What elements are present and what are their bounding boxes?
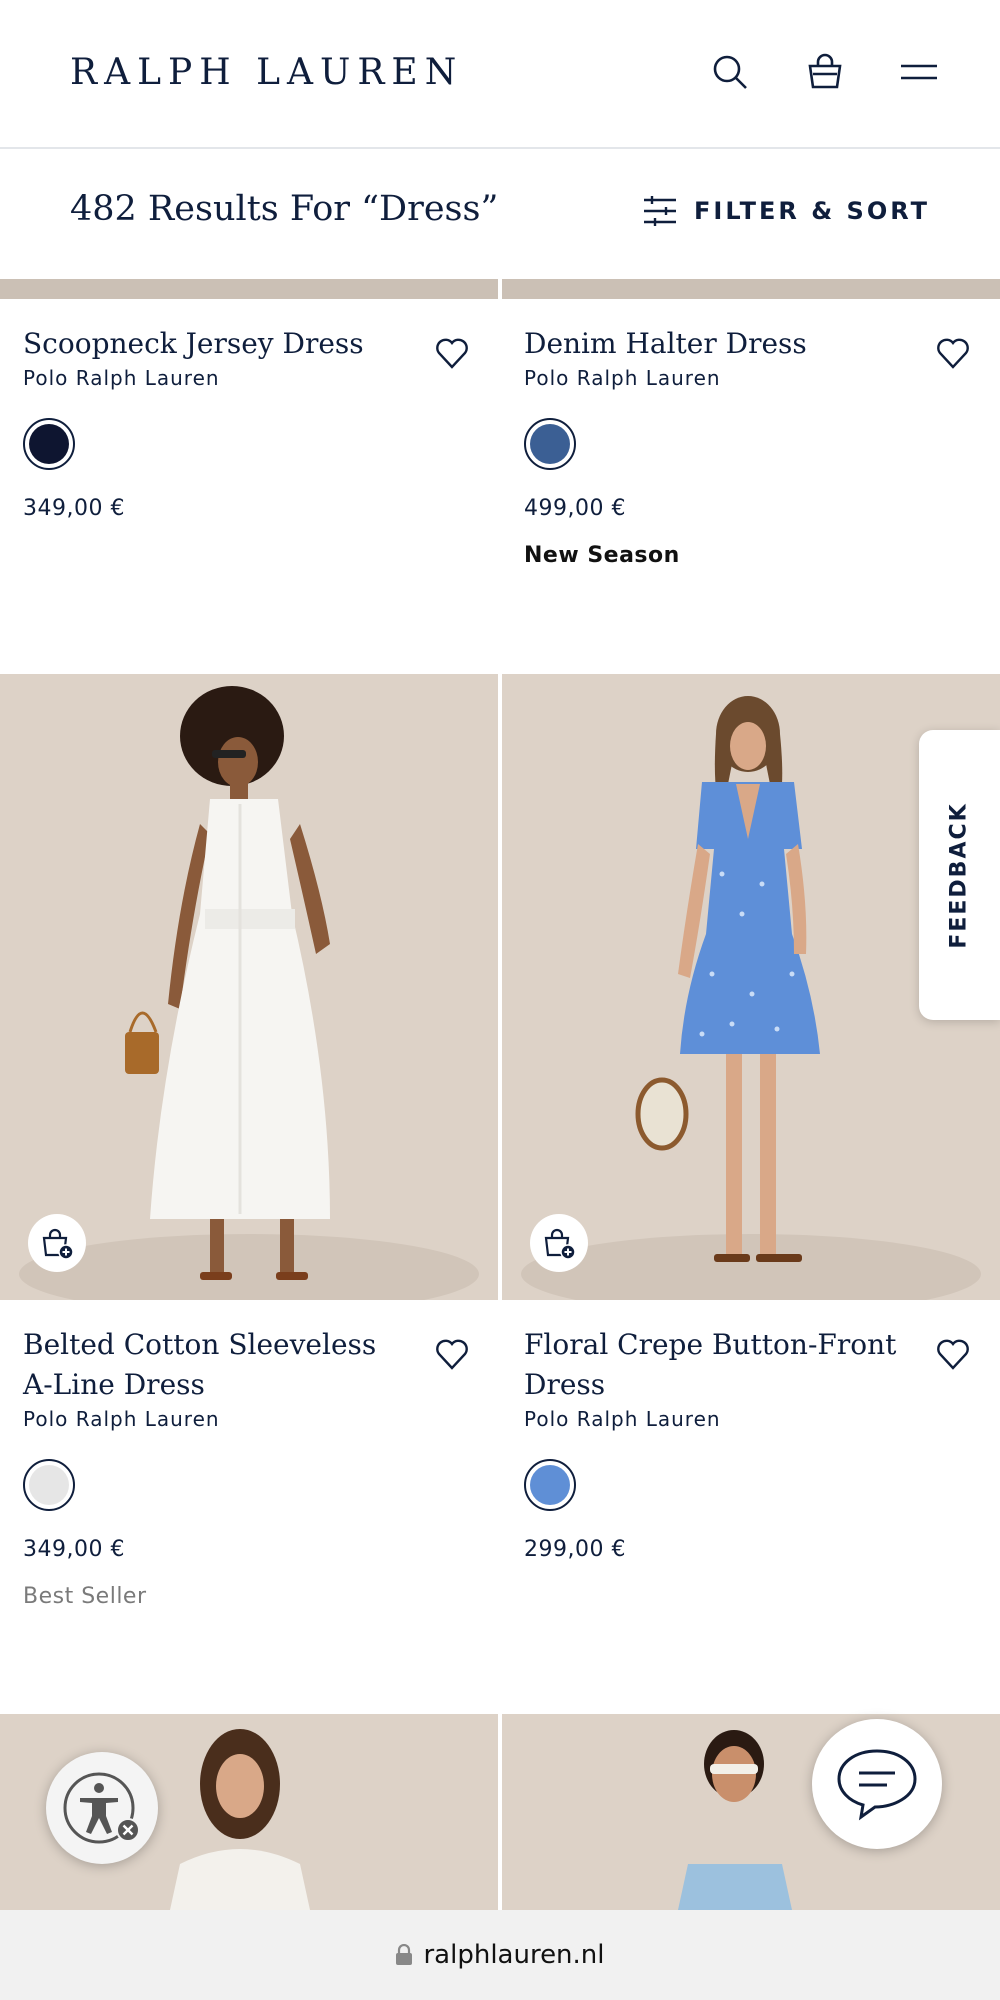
product-badge: New Season [524,543,680,568]
product-name[interactable]: Floral Crepe Button-Front Dress [524,1325,914,1405]
lock-icon [396,1944,413,1965]
filter-sort-button[interactable]: FILTER & SORT [642,193,930,229]
quick-add-to-bag-button[interactable] [28,1214,86,1272]
product-card-info: Belted Cotton Sleeveless A-Line Dress Po… [23,1325,413,1609]
quick-add-to-bag-button[interactable] [530,1214,588,1272]
color-swatch[interactable] [23,1459,75,1511]
add-to-bag-icon [544,1228,576,1260]
product-name[interactable]: Denim Halter Dress [524,324,914,364]
product-image-cropped[interactable] [502,279,1000,299]
product-card-info: Floral Crepe Button-Front Dress Polo Ral… [524,1325,914,1562]
product-price: 299,00 € [524,1537,626,1562]
url-text: ralphlauren.nl [423,1940,605,1970]
feedback-label: FEEDBACK [947,801,972,949]
product-name[interactable]: Belted Cotton Sleeveless A-Line Dress [23,1325,413,1405]
accessibility-button[interactable] [46,1752,158,1864]
product-price: 349,00 € [23,496,125,521]
results-count-title: 482 Results For “Dress” [70,189,499,229]
add-to-bag-icon [42,1228,74,1260]
search-icon[interactable] [708,50,752,94]
accessibility-icon [63,1772,140,1844]
product-price: 499,00 € [524,496,626,521]
chat-bubble-icon [837,1749,917,1821]
product-brand: Polo Ralph Lauren [524,366,721,390]
product-card-info: Scoopneck Jersey Dress Polo Ralph Lauren… [23,324,413,521]
product-price: 349,00 € [23,1537,125,1562]
product-name[interactable]: Scoopneck Jersey Dress [23,324,413,364]
product-image[interactable] [0,674,498,1300]
results-bar: 482 Results For “Dress” FILTER & SORT [0,151,1000,279]
color-swatch[interactable] [23,418,75,470]
site-header: RALPH LAUREN [0,0,1000,149]
wishlist-heart-icon[interactable] [935,335,971,371]
feedback-tab[interactable]: FEEDBACK [919,730,1000,1020]
shopping-bag-icon[interactable] [803,50,847,94]
color-swatch[interactable] [524,418,576,470]
wishlist-heart-icon[interactable] [935,1336,971,1372]
product-brand: Polo Ralph Lauren [23,366,220,390]
color-swatch[interactable] [524,1459,576,1511]
filter-sliders-icon [644,196,676,226]
chat-button[interactable] [812,1719,942,1849]
product-brand: Polo Ralph Lauren [524,1407,721,1431]
hamburger-menu-icon[interactable] [897,50,941,94]
product-badge: Best Seller [23,1584,147,1609]
wishlist-heart-icon[interactable] [434,1336,470,1372]
wishlist-heart-icon[interactable] [434,335,470,371]
product-image-cropped[interactable] [0,279,498,299]
ralph-lauren-logo[interactable]: RALPH LAUREN [70,52,463,93]
filter-sort-label: FILTER & SORT [694,197,930,225]
browser-url-bar[interactable]: ralphlauren.nl [0,1910,1000,2000]
product-brand: Polo Ralph Lauren [23,1407,220,1431]
product-card-info: Denim Halter Dress Polo Ralph Lauren 499… [524,324,914,568]
